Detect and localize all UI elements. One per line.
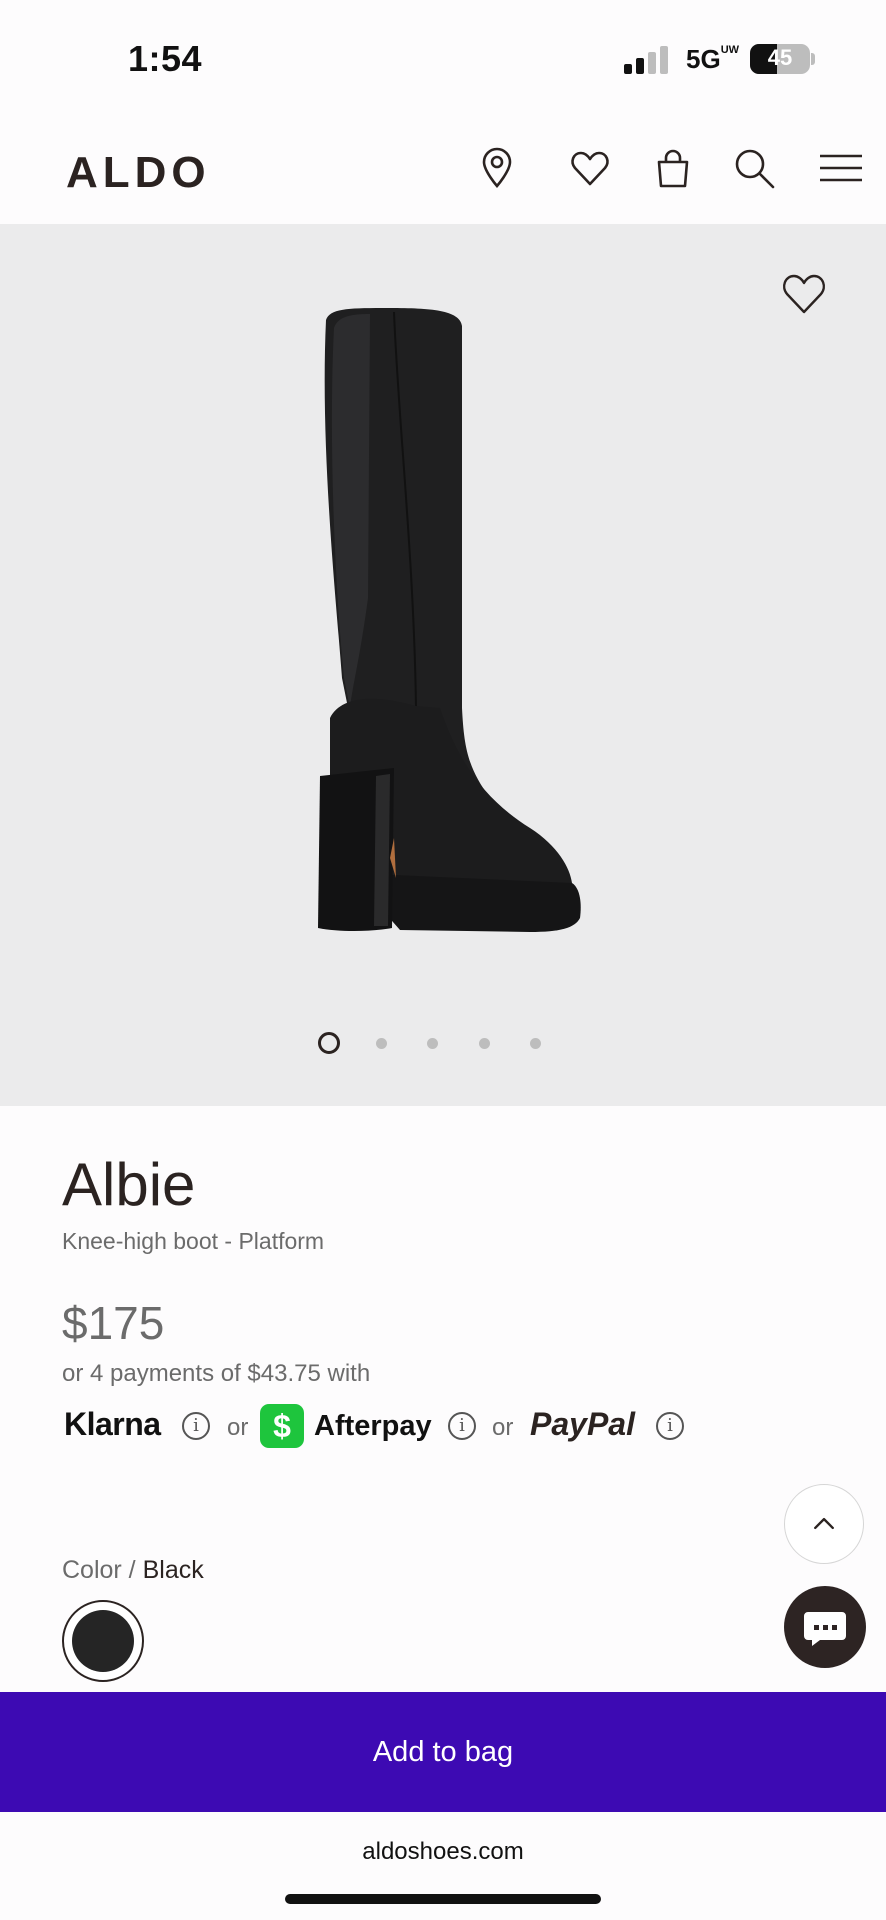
product-subtitle: Knee-high boot - Platform — [62, 1228, 325, 1254]
battery-level: 45 — [767, 45, 793, 70]
chat-button[interactable] — [784, 1586, 866, 1668]
afterpay-info-icon[interactable]: i — [448, 1412, 476, 1440]
product-image — [318, 308, 581, 932]
klarna-info-icon[interactable]: i — [182, 1412, 210, 1440]
location-pin-icon — [482, 147, 512, 188]
gallery-dot-5[interactable] — [530, 1038, 541, 1049]
status-time: 1:54 — [128, 38, 203, 79]
or-label: or — [227, 1414, 249, 1441]
gallery-dot-4[interactable] — [479, 1038, 490, 1049]
add-to-wishlist-button[interactable] — [780, 270, 828, 318]
aldo-logo[interactable]: ALDO — [66, 148, 211, 198]
product-price: $175 — [62, 1297, 165, 1349]
heart-icon — [783, 274, 825, 314]
cashapp-icon: $ — [260, 1404, 304, 1448]
product-name: Albie — [62, 1151, 196, 1218]
afterpay-logo[interactable]: Afterpay — [314, 1410, 432, 1443]
klarna-logo[interactable]: Klarna — [64, 1406, 161, 1443]
search-icon — [735, 149, 775, 189]
selected-color: Black — [142, 1556, 204, 1584]
color-swatch-black[interactable] — [62, 1600, 144, 1682]
search-button[interactable] — [732, 146, 776, 190]
battery-cap — [811, 53, 815, 65]
installments-text: or 4 payments of $43.75 with — [62, 1360, 371, 1387]
add-to-bag-button[interactable]: Add to bag — [0, 1692, 886, 1812]
paypal-info-icon[interactable]: i — [656, 1412, 684, 1440]
chat-icon — [804, 1612, 846, 1646]
swatch-fill — [72, 1610, 134, 1672]
scroll-to-top-button[interactable] — [784, 1484, 864, 1564]
heart-icon — [571, 151, 609, 186]
store-locator-button[interactable] — [475, 146, 519, 190]
chevron-up-icon — [814, 1517, 834, 1530]
shopping-bag-icon — [657, 149, 689, 188]
gallery-pagination — [300, 1030, 580, 1054]
browser-url[interactable]: aldoshoes.com — [0, 1838, 886, 1866]
signal-strength-icon — [624, 46, 670, 74]
menu-icon — [820, 154, 862, 182]
paypal-logo[interactable]: PayPal — [530, 1406, 635, 1443]
battery-icon: 45 — [750, 44, 810, 74]
menu-button[interactable] — [818, 146, 862, 190]
color-label: Color / Black — [62, 1556, 204, 1584]
wishlist-button[interactable] — [568, 146, 612, 190]
or-label: or — [492, 1414, 514, 1441]
gallery-dot-2[interactable] — [376, 1038, 387, 1049]
gallery-dot-3[interactable] — [427, 1038, 438, 1049]
payment-options: Klarna i or $ Afterpay i or PayPal i — [62, 1404, 762, 1452]
home-indicator[interactable] — [285, 1894, 601, 1904]
network-indicator: 5GUW — [686, 44, 740, 74]
shopping-bag-button[interactable] — [651, 146, 695, 190]
gallery-dot-1[interactable] — [318, 1032, 340, 1054]
